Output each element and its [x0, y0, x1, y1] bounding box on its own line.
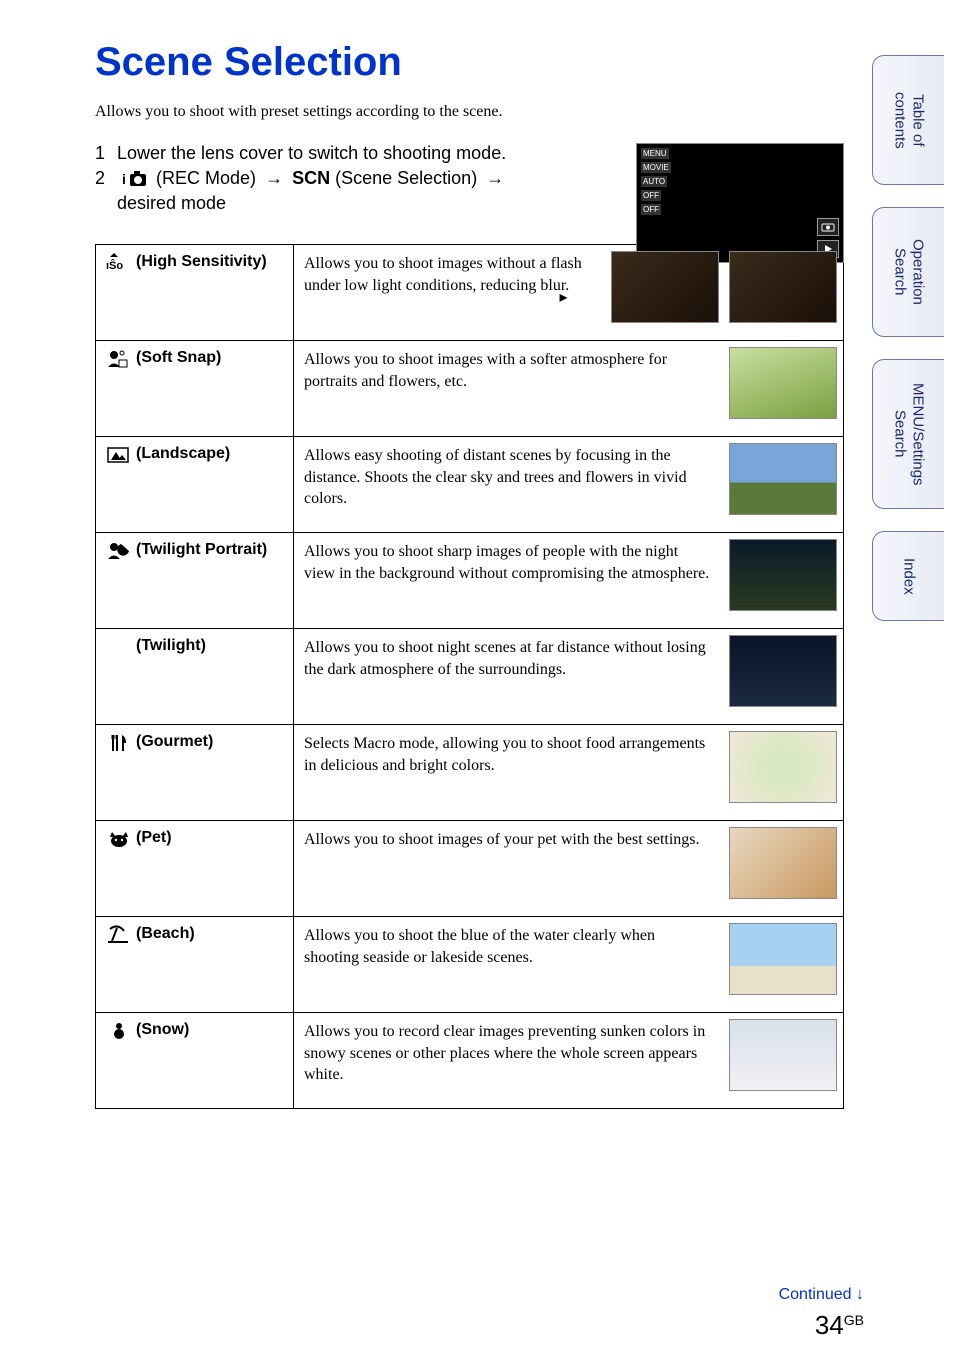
step-number: 2	[95, 168, 117, 189]
arrow-right-icon: ▸	[560, 287, 568, 307]
scn-icon: SCN	[292, 168, 330, 188]
sample-image	[611, 251, 719, 323]
mode-name-label: (High Sensitivity)	[136, 253, 267, 271]
steps-section: 1 Lower the lens cover to switch to shoo…	[95, 143, 844, 214]
mode-name-label: (Snow)	[136, 1021, 189, 1039]
rec-mode-label: (REC Mode)	[156, 168, 256, 188]
tab-menu-settings-search[interactable]: MENU/Settings Search	[872, 359, 944, 509]
lcd-mode-icon	[817, 218, 839, 236]
lcd-off2-label: OFF	[641, 204, 661, 215]
table-row: (Snow) Allows you to record clear images…	[96, 1013, 844, 1109]
side-nav-tabs: Table of contents Operation Search MENU/…	[872, 55, 944, 621]
intro-text: Allows you to shoot with preset settings…	[95, 103, 844, 121]
table-row: (Twilight Portrait) Allows you to shoot …	[96, 533, 844, 629]
modes-table: ıŜo (High Sensitivity) Allows you to sho…	[95, 244, 844, 1109]
arrow-right-icon: →	[265, 168, 283, 188]
sample-image	[729, 827, 837, 899]
iso-icon: ıŜo	[106, 253, 132, 273]
table-row: (Landscape) Allows easy shooting of dist…	[96, 437, 844, 533]
mode-name-label: (Twilight Portrait)	[136, 541, 267, 559]
continued-label: Continued ↓	[779, 1286, 864, 1304]
beach-icon	[106, 925, 132, 945]
table-row: (Soft Snap) Allows you to shoot images w…	[96, 341, 844, 437]
table-row: (Beach) Allows you to shoot the blue of …	[96, 917, 844, 1013]
sample-image	[729, 443, 837, 515]
lcd-movie-label: MOVIE	[641, 162, 671, 173]
mode-name-label: (Pet)	[136, 829, 172, 847]
arrow-right-icon: →	[486, 168, 504, 188]
sample-image	[729, 923, 837, 995]
sample-image	[729, 731, 837, 803]
snow-icon	[106, 1021, 132, 1041]
tab-table-of-contents[interactable]: Table of contents	[872, 55, 944, 185]
sample-image	[729, 635, 837, 707]
tab-index[interactable]: Index	[872, 531, 944, 621]
twilight-icon	[106, 637, 132, 657]
table-row: (Gourmet) Selects Macro mode, allowing y…	[96, 725, 844, 821]
page-title: Scene Selection	[95, 40, 844, 85]
camera-i-icon: i	[120, 170, 148, 188]
mode-name-label: (Twilight)	[136, 637, 206, 655]
table-row: ıŜo (High Sensitivity) Allows you to sho…	[96, 245, 844, 341]
landscape-icon	[106, 445, 132, 465]
sample-image	[729, 251, 837, 323]
mode-name-label: (Landscape)	[136, 445, 230, 463]
sample-image	[729, 539, 837, 611]
pet-icon	[106, 829, 132, 849]
mode-name-label: (Beach)	[136, 925, 195, 943]
twilight-portrait-icon	[106, 541, 132, 561]
mode-name-label: (Gourmet)	[136, 733, 213, 751]
sample-image	[729, 347, 837, 419]
lcd-off-label: OFF	[641, 190, 661, 201]
page-number: 34GB	[779, 1310, 864, 1341]
tab-operation-search[interactable]: Operation Search	[872, 207, 944, 337]
table-row: (Pet) Allows you to shoot images of your…	[96, 821, 844, 917]
arrow-down-icon: ↓	[856, 1286, 864, 1303]
scene-selection-label: (Scene Selection)	[335, 168, 477, 188]
svg-text:ıŜo: ıŜo	[106, 259, 123, 272]
svg-text:i: i	[122, 171, 126, 187]
lcd-menu-label: MENU	[641, 148, 669, 159]
sample-image	[729, 1019, 837, 1091]
lcd-auto-label: AUTO	[641, 176, 667, 187]
table-row: (Twilight) Allows you to shoot night sce…	[96, 629, 844, 725]
mode-name-label: (Soft Snap)	[136, 349, 221, 367]
step-number: 1	[95, 143, 117, 164]
soft-snap-icon	[106, 349, 132, 369]
gourmet-icon	[106, 733, 132, 753]
